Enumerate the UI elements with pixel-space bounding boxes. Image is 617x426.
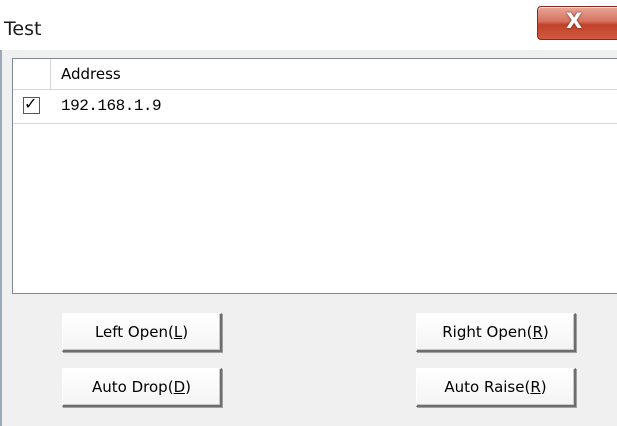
dialog-client-area: Address ✓ 192.168.1.9 Left Open(L) Right… xyxy=(0,50,617,426)
auto-raise-suffix: ) xyxy=(540,378,547,396)
left-open-button[interactable]: Left Open(L) xyxy=(62,313,222,352)
address-cell: 192.168.1.9 xyxy=(61,97,162,115)
auto-drop-suffix: ) xyxy=(185,378,191,396)
checkmark-icon: ✓ xyxy=(24,94,38,113)
row-checkbox[interactable]: ✓ xyxy=(23,94,40,114)
auto-raise-hotkey: R xyxy=(530,378,541,396)
right-open-suffix: ) xyxy=(542,323,549,341)
close-button[interactable]: X xyxy=(537,6,617,40)
window-title: Test xyxy=(4,18,42,40)
title-bar[interactable]: Test X xyxy=(0,0,617,50)
close-icon: X xyxy=(566,9,583,33)
left-open-label: Left Open( xyxy=(94,323,174,341)
column-header-check[interactable] xyxy=(13,59,51,89)
auto-raise-label: Auto Raise( xyxy=(444,378,531,396)
right-open-hotkey: R xyxy=(532,323,543,341)
right-open-button[interactable]: Right Open(R) xyxy=(416,313,576,352)
left-open-suffix: ) xyxy=(182,323,189,341)
auto-drop-button[interactable]: Auto Drop(D) xyxy=(62,368,222,407)
auto-drop-hotkey: D xyxy=(173,378,186,396)
dialog-window: Test X Address ✓ 192.168.1.9 Left Open(L… xyxy=(0,0,617,426)
auto-drop-label: Auto Drop( xyxy=(92,378,174,396)
list-row[interactable]: ✓ 192.168.1.9 xyxy=(13,89,617,124)
left-open-hotkey: L xyxy=(173,323,183,341)
auto-raise-button[interactable]: Auto Raise(R) xyxy=(416,368,576,407)
column-header-address[interactable]: Address xyxy=(51,59,617,89)
right-open-label: Right Open( xyxy=(442,323,533,341)
list-header: Address xyxy=(13,59,617,90)
address-list-view[interactable]: Address ✓ 192.168.1.9 xyxy=(12,58,617,294)
